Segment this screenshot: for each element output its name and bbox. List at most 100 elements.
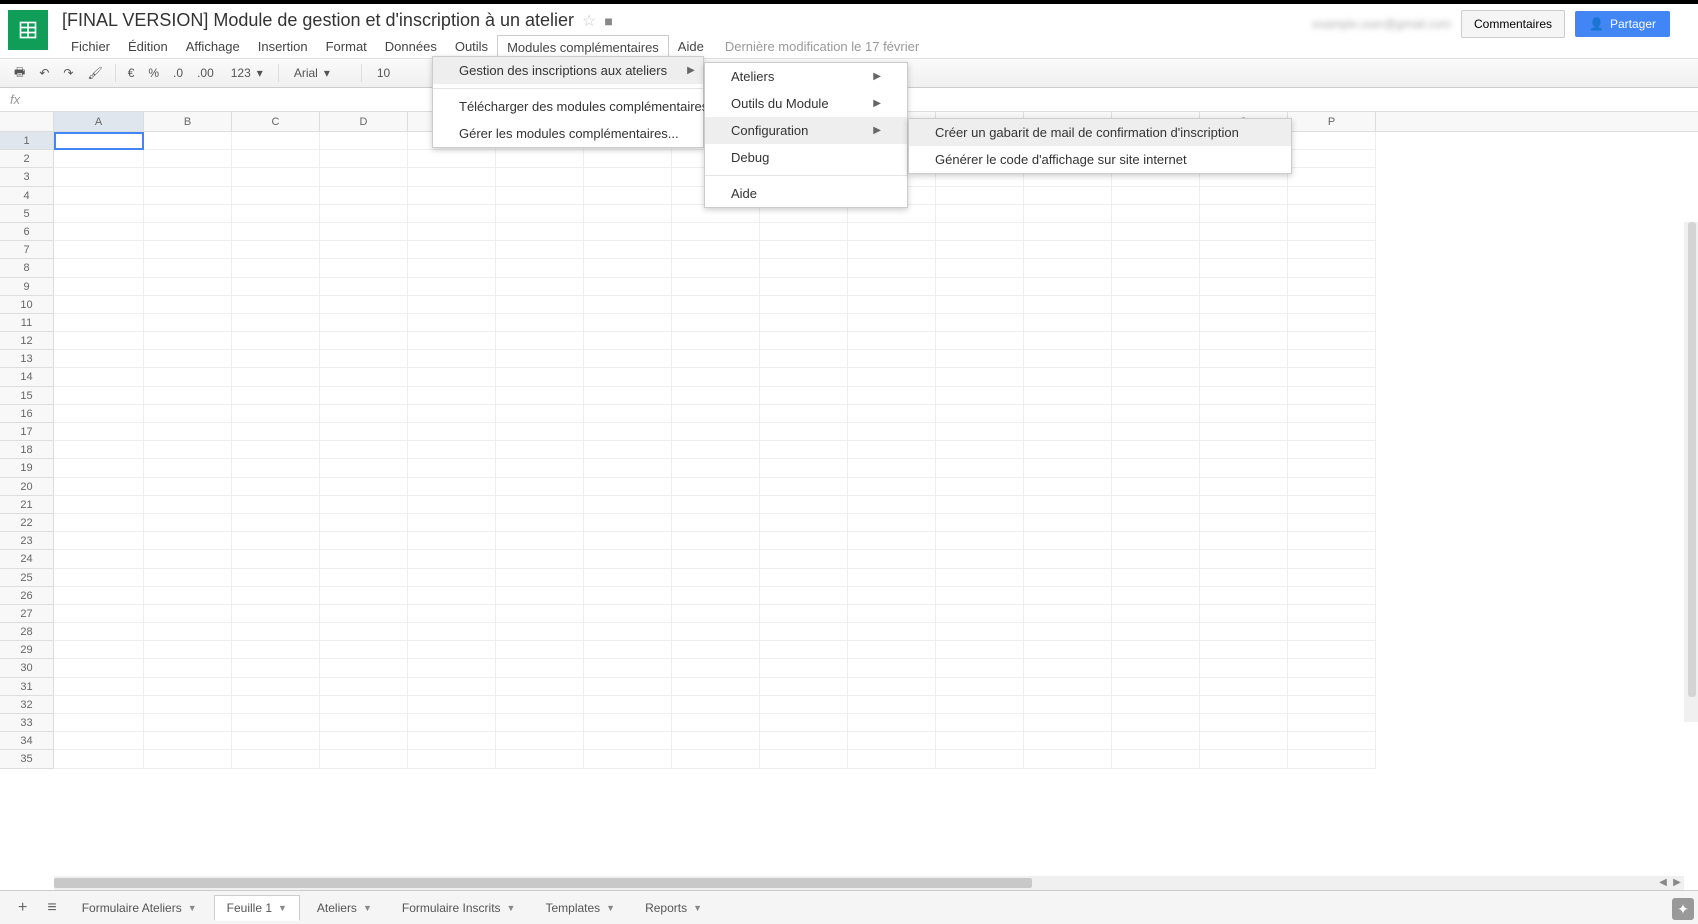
row-header[interactable]: 33 <box>0 714 53 732</box>
cell[interactable] <box>760 423 848 441</box>
cell[interactable] <box>408 423 496 441</box>
cell[interactable] <box>232 241 320 259</box>
row-header[interactable]: 19 <box>0 459 53 477</box>
cell[interactable] <box>936 641 1024 659</box>
cell[interactable] <box>1288 605 1376 623</box>
cell[interactable] <box>144 550 232 568</box>
cell[interactable] <box>848 678 936 696</box>
cell[interactable] <box>1200 368 1288 386</box>
menu-edit[interactable]: Édition <box>119 35 177 59</box>
cell[interactable] <box>54 150 144 168</box>
cell[interactable] <box>936 387 1024 405</box>
cell[interactable] <box>496 241 584 259</box>
cell[interactable] <box>584 441 672 459</box>
cell[interactable] <box>1112 387 1200 405</box>
cell[interactable] <box>496 205 584 223</box>
cell[interactable] <box>848 514 936 532</box>
cell[interactable] <box>936 259 1024 277</box>
row-header[interactable]: 4 <box>0 187 53 205</box>
cell[interactable] <box>1112 714 1200 732</box>
row-header[interactable]: 28 <box>0 623 53 641</box>
cell[interactable] <box>1024 659 1112 677</box>
submenu-help[interactable]: Aide <box>705 180 907 207</box>
cell[interactable] <box>584 296 672 314</box>
cell[interactable] <box>936 423 1024 441</box>
cell[interactable] <box>1288 387 1376 405</box>
cell[interactable] <box>1200 678 1288 696</box>
cell[interactable] <box>320 241 408 259</box>
cell[interactable] <box>760 241 848 259</box>
cell[interactable] <box>936 278 1024 296</box>
cell[interactable] <box>1200 332 1288 350</box>
spreadsheet-grid[interactable]: ABCDOP 123456789101112131415161718192021… <box>0 112 1698 772</box>
cell[interactable] <box>232 387 320 405</box>
cell[interactable] <box>54 241 144 259</box>
row-headers[interactable]: 1234567891011121314151617181920212223242… <box>0 132 54 769</box>
cell[interactable] <box>1288 259 1376 277</box>
row-header[interactable]: 11 <box>0 314 53 332</box>
cell[interactable] <box>232 132 320 150</box>
cell[interactable] <box>1288 696 1376 714</box>
row-header[interactable]: 35 <box>0 750 53 768</box>
cell[interactable] <box>232 168 320 186</box>
cell[interactable] <box>320 332 408 350</box>
cell[interactable] <box>936 678 1024 696</box>
cell[interactable] <box>848 278 936 296</box>
last-edit-text[interactable]: Dernière modification le 17 février <box>713 35 931 59</box>
cell[interactable] <box>408 296 496 314</box>
cell[interactable] <box>232 659 320 677</box>
cell[interactable] <box>496 659 584 677</box>
cell[interactable] <box>848 641 936 659</box>
cell[interactable] <box>584 405 672 423</box>
cell[interactable] <box>408 496 496 514</box>
cell[interactable] <box>320 659 408 677</box>
cell[interactable] <box>144 132 232 150</box>
cell[interactable] <box>1112 678 1200 696</box>
cell[interactable] <box>1200 514 1288 532</box>
cell[interactable] <box>408 314 496 332</box>
cell[interactable] <box>936 750 1024 768</box>
cell[interactable] <box>1112 278 1200 296</box>
cell[interactable] <box>232 296 320 314</box>
cell[interactable] <box>672 241 760 259</box>
column-header[interactable]: D <box>320 112 408 131</box>
cell[interactable] <box>1024 423 1112 441</box>
cell[interactable] <box>1112 405 1200 423</box>
cell[interactable] <box>1288 350 1376 368</box>
cell[interactable] <box>1288 168 1376 186</box>
cell[interactable] <box>760 259 848 277</box>
cell[interactable] <box>496 478 584 496</box>
cell[interactable] <box>1024 714 1112 732</box>
cell[interactable] <box>496 423 584 441</box>
cell[interactable] <box>936 350 1024 368</box>
cell[interactable] <box>1200 278 1288 296</box>
font-select[interactable]: Arial▾ <box>285 62 355 84</box>
cell[interactable] <box>936 532 1024 550</box>
cell[interactable] <box>1112 605 1200 623</box>
cell[interactable] <box>1024 550 1112 568</box>
cell[interactable] <box>232 259 320 277</box>
cell[interactable] <box>496 641 584 659</box>
cell[interactable] <box>584 641 672 659</box>
cell[interactable] <box>496 569 584 587</box>
cell[interactable] <box>936 587 1024 605</box>
cell[interactable] <box>232 350 320 368</box>
cell[interactable] <box>672 259 760 277</box>
cell[interactable] <box>408 150 496 168</box>
cell[interactable] <box>144 641 232 659</box>
cell[interactable] <box>232 478 320 496</box>
cell[interactable] <box>496 259 584 277</box>
cell[interactable] <box>1200 187 1288 205</box>
cell[interactable] <box>1288 314 1376 332</box>
cell[interactable] <box>54 714 144 732</box>
cell[interactable] <box>1288 659 1376 677</box>
cell[interactable] <box>54 205 144 223</box>
cell[interactable] <box>54 223 144 241</box>
cell[interactable] <box>320 259 408 277</box>
cell[interactable] <box>320 150 408 168</box>
cell[interactable] <box>1112 641 1200 659</box>
comments-button[interactable]: Commentaires <box>1461 10 1565 38</box>
cell[interactable] <box>54 641 144 659</box>
cell[interactable] <box>144 532 232 550</box>
cell[interactable] <box>672 441 760 459</box>
